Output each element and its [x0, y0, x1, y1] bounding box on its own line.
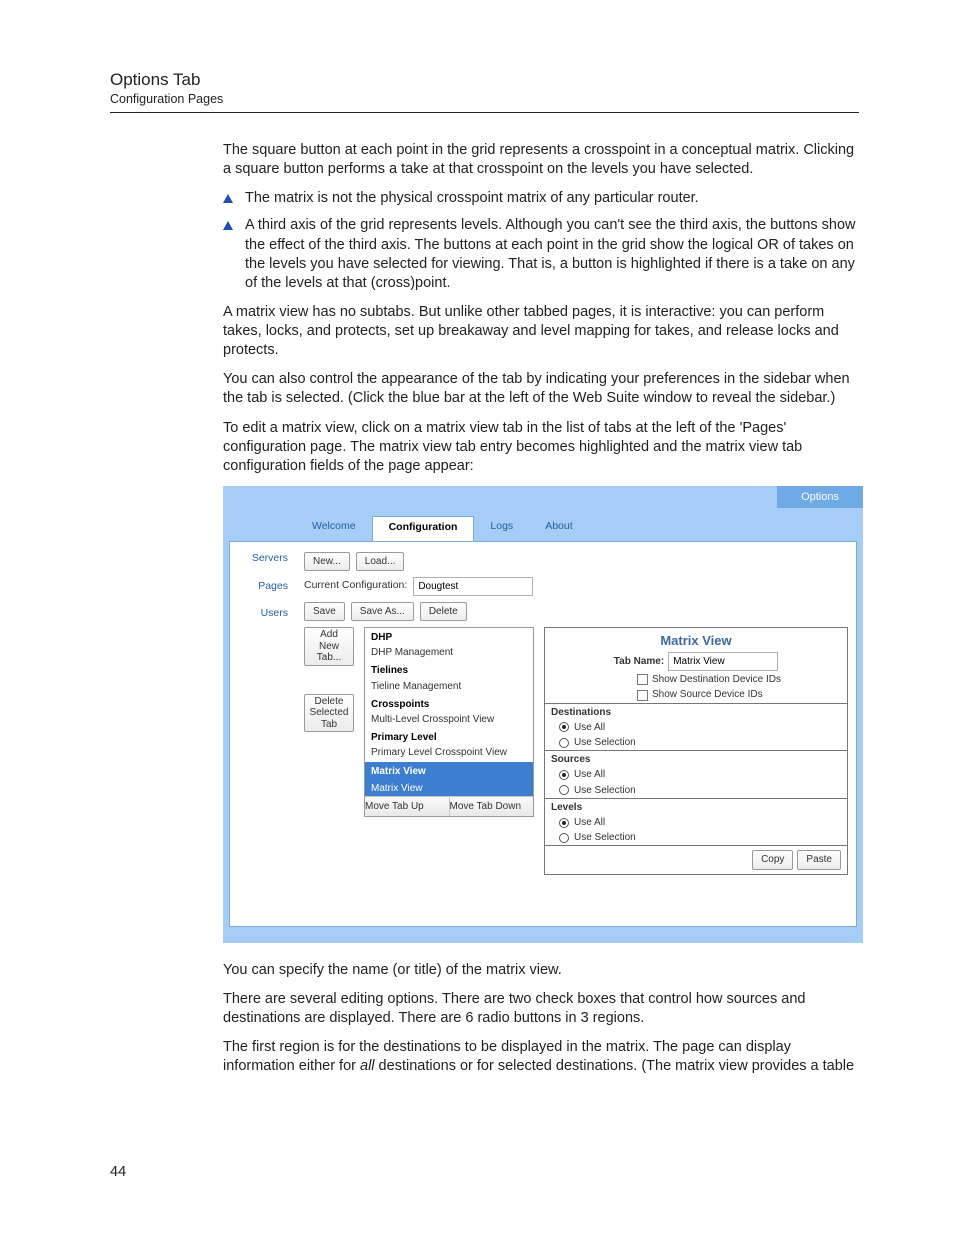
tree-group[interactable]: Crosspoints — [365, 695, 533, 711]
show-src-ids-checkbox[interactable] — [637, 690, 648, 701]
tab-name-label: Tab Name: — [614, 655, 664, 668]
work-area: Servers Pages Users New... Load... Curre… — [229, 541, 857, 927]
tree-group[interactable]: Tielines — [365, 661, 533, 677]
header-title: Options Tab — [110, 70, 859, 90]
bullet-text: The matrix is not the physical crosspoin… — [245, 190, 699, 206]
options-tab[interactable]: Options — [777, 486, 863, 509]
save-as-button[interactable]: Save As... — [351, 602, 414, 621]
paragraph: The first region is for the destinations… — [223, 1038, 859, 1076]
tab-about[interactable]: About — [529, 516, 588, 541]
paragraph: A matrix view has no subtabs. But unlike… — [223, 303, 859, 360]
copy-button[interactable]: Copy — [752, 850, 793, 869]
side-link-servers[interactable]: Servers — [252, 552, 296, 566]
move-tab-up-button[interactable]: Move Tab Up — [365, 797, 450, 816]
show-src-ids-label: Show Source Device IDs — [652, 688, 763, 701]
triangle-bullet-icon — [223, 221, 233, 230]
side-nav: Servers Pages Users — [230, 542, 296, 926]
current-config-label: Current Configuration: — [304, 579, 407, 593]
tree-item[interactable]: Tieline Management — [365, 678, 533, 695]
show-dest-ids-checkbox[interactable] — [637, 674, 648, 685]
left-button-column: Add New Tab... Delete Selected Tab — [304, 627, 354, 732]
paste-button[interactable]: Paste — [797, 850, 841, 869]
tree-item[interactable]: DHP Management — [365, 644, 533, 661]
delete-button[interactable]: Delete — [420, 602, 467, 621]
radio-label: Use All — [574, 721, 605, 734]
tree-item[interactable]: Primary Level Crosspoint View — [365, 744, 533, 761]
radio-label: Use Selection — [574, 784, 636, 797]
tab-bar: Welcome Configuration Logs About — [296, 516, 857, 541]
config-body: New... Load... Current Configuration: Sa… — [296, 542, 856, 926]
paragraph: You can specify the name (or title) of t… — [223, 961, 859, 980]
form-title: Matrix View — [545, 628, 847, 651]
radio-label: Use All — [574, 768, 605, 781]
header-rule — [110, 112, 859, 113]
src-use-all-radio[interactable] — [559, 770, 569, 780]
section-sources: Sources — [545, 750, 847, 767]
lvl-use-all-radio[interactable] — [559, 818, 569, 828]
page-number: 44 — [110, 1164, 126, 1180]
paragraph: The square button at each point in the g… — [223, 141, 859, 179]
paragraph: There are several editing options. There… — [223, 990, 859, 1028]
paragraph: To edit a matrix view, click on a matrix… — [223, 419, 859, 476]
section-levels: Levels — [545, 798, 847, 815]
header-subtitle: Configuration Pages — [110, 92, 859, 106]
bullet-item: The matrix is not the physical crosspoin… — [223, 189, 859, 208]
bullet-text: A third axis of the grid represents leve… — [245, 217, 856, 290]
tab-tree: DHP DHP Management Tielines Tieline Mana… — [364, 627, 534, 817]
src-use-selection-radio[interactable] — [559, 785, 569, 795]
tab-name-input[interactable] — [668, 652, 778, 671]
bullet-item: A third axis of the grid represents leve… — [223, 216, 859, 293]
load-button[interactable]: Load... — [356, 552, 405, 571]
body-column: The square button at each point in the g… — [223, 141, 859, 1076]
tree-item[interactable]: Multi-Level Crosspoint View — [365, 711, 533, 728]
page-header: Options Tab Configuration Pages — [110, 70, 859, 113]
tab-configuration[interactable]: Configuration — [372, 516, 475, 541]
radio-label: Use Selection — [574, 736, 636, 749]
move-tab-down-button[interactable]: Move Tab Down — [450, 797, 534, 816]
add-new-tab-button[interactable]: Add New Tab... — [304, 627, 354, 666]
paragraph: You can also control the appearance of t… — [223, 370, 859, 408]
tab-tree-scroll[interactable]: DHP DHP Management Tielines Tieline Mana… — [365, 628, 533, 796]
matrix-view-form: Matrix View Tab Name: Show Destination D… — [544, 627, 848, 874]
show-dest-ids-label: Show Destination Device IDs — [652, 673, 781, 686]
triangle-bullet-icon — [223, 194, 233, 203]
save-button[interactable]: Save — [304, 602, 345, 621]
side-link-pages[interactable]: Pages — [258, 580, 296, 594]
app-screenshot: Options Welcome Configuration Logs About… — [223, 486, 863, 943]
radio-label: Use All — [574, 816, 605, 829]
radio-label: Use Selection — [574, 831, 636, 844]
dest-use-all-radio[interactable] — [559, 722, 569, 732]
tab-logs[interactable]: Logs — [474, 516, 529, 541]
current-config-input[interactable] — [413, 577, 533, 596]
tab-welcome[interactable]: Welcome — [296, 516, 372, 541]
dest-use-selection-radio[interactable] — [559, 738, 569, 748]
tree-group[interactable]: Primary Level — [365, 728, 533, 744]
new-button[interactable]: New... — [304, 552, 350, 571]
lvl-use-selection-radio[interactable] — [559, 833, 569, 843]
section-destinations: Destinations — [545, 703, 847, 720]
tree-group[interactable]: DHP — [365, 628, 533, 644]
tree-group-selected[interactable]: Matrix View — [365, 762, 533, 780]
delete-selected-tab-button[interactable]: Delete Selected Tab — [304, 694, 354, 733]
side-link-users[interactable]: Users — [261, 607, 296, 621]
tree-item-selected[interactable]: Matrix View — [365, 780, 533, 796]
bullet-list: The matrix is not the physical crosspoin… — [223, 189, 859, 293]
